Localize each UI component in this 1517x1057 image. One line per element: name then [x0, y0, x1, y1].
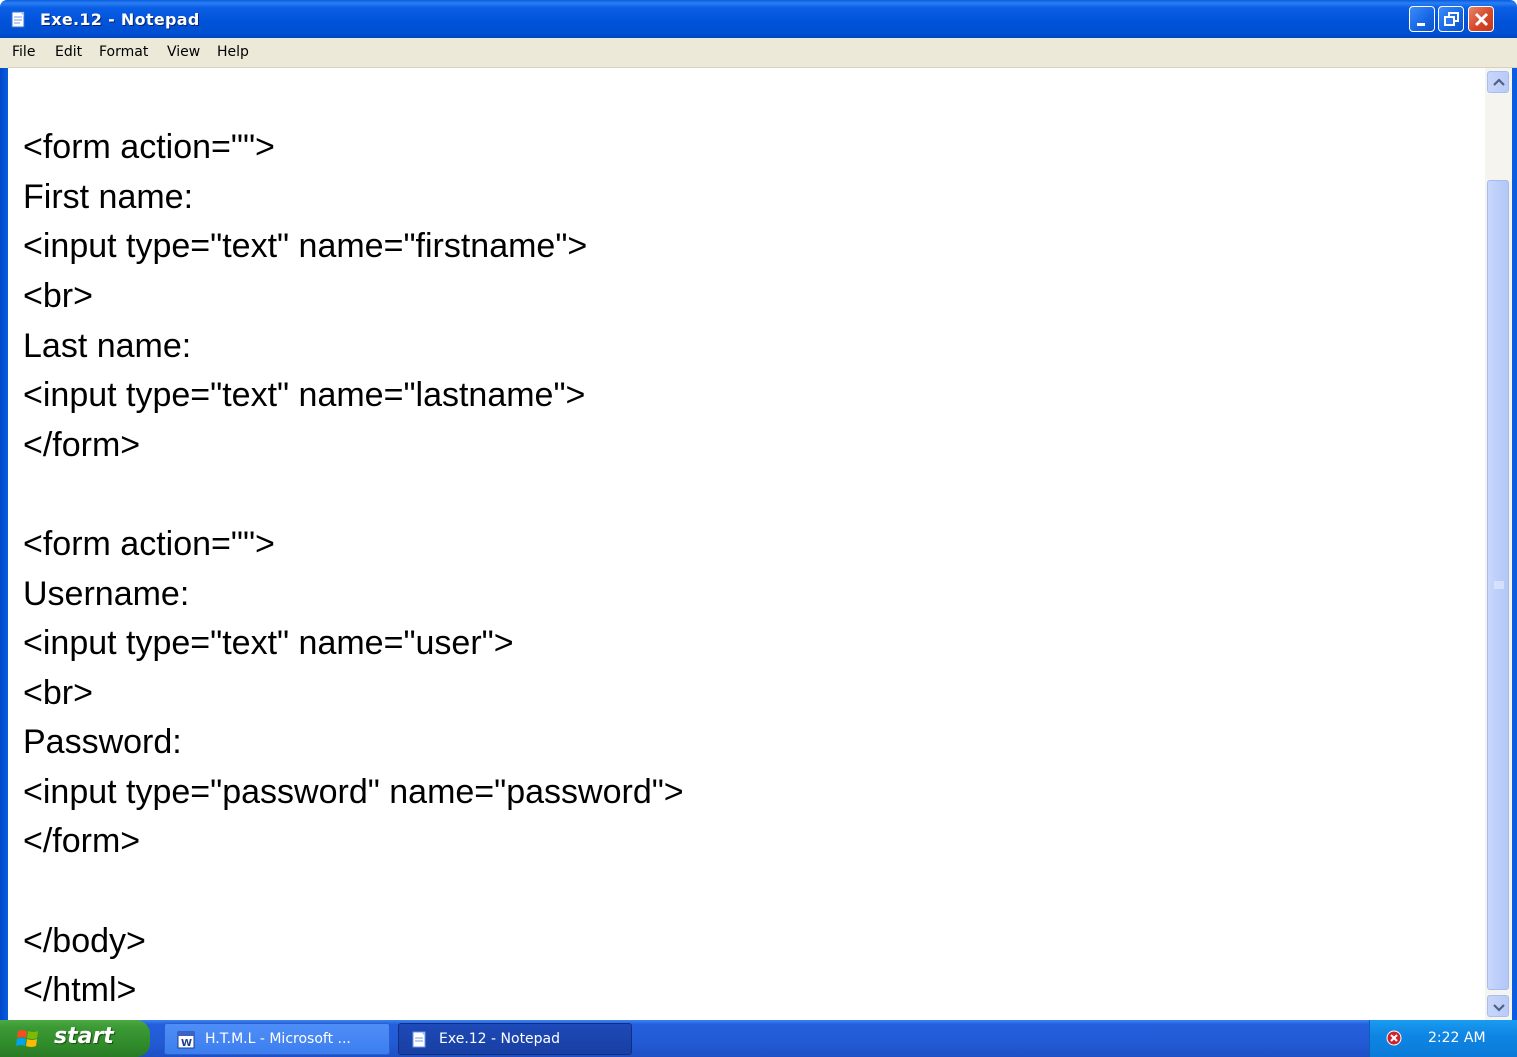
- menu-edit[interactable]: Edit: [55, 44, 82, 60]
- editor-line: First name:: [23, 178, 194, 216]
- title-bar[interactable]: Exe.12 - Notepad: [0, 0, 1517, 38]
- windows-logo-icon: [16, 1030, 38, 1047]
- text-editor[interactable]: <form action=""> First name: <input type…: [8, 68, 1485, 1020]
- notepad-icon: [412, 1031, 426, 1048]
- menu-bar: File Edit Format View Help: [0, 38, 1517, 68]
- editor-line: </body>: [23, 922, 146, 960]
- window-frame-right: [1512, 68, 1517, 1020]
- menu-file[interactable]: File: [12, 44, 35, 60]
- editor-line: <form action="">: [23, 525, 275, 563]
- clock[interactable]: 2:22 AM: [1428, 1030, 1486, 1046]
- taskbar-item-label: H.T.M.L - Microsoft ...: [205, 1031, 351, 1047]
- editor-line: <input type="text" name="user">: [23, 624, 514, 662]
- arrow-up-icon: [1493, 78, 1505, 86]
- restore-icon: [1444, 12, 1459, 26]
- close-button[interactable]: [1468, 6, 1494, 32]
- notepad-icon: [10, 11, 28, 29]
- word-document-icon: W: [177, 1031, 195, 1049]
- scrollbar-thumb[interactable]: [1487, 180, 1509, 990]
- menu-bar-edge: [0, 38, 8, 68]
- window-title: Exe.12 - Notepad: [40, 10, 200, 29]
- scroll-down-button[interactable]: [1487, 995, 1509, 1017]
- taskbar-item-notepad[interactable]: Exe.12 - Notepad: [398, 1023, 632, 1055]
- minimize-icon: [1417, 23, 1425, 26]
- svg-text:W: W: [181, 1038, 192, 1049]
- start-label: start: [54, 1024, 114, 1049]
- editor-line: </form>: [23, 426, 141, 464]
- vertical-scrollbar[interactable]: [1485, 68, 1512, 1020]
- taskbar-item-word[interactable]: W H.T.M.L - Microsoft ...: [164, 1023, 390, 1055]
- menu-help[interactable]: Help: [217, 44, 249, 60]
- taskbar-item-label: Exe.12 - Notepad: [439, 1031, 561, 1047]
- close-icon: [1474, 12, 1489, 27]
- maximize-button[interactable]: [1438, 6, 1464, 32]
- editor-line: <form action="">: [23, 128, 275, 166]
- system-tray: 2:22 AM: [1369, 1020, 1517, 1057]
- arrow-down-icon: [1493, 1004, 1505, 1012]
- menu-format[interactable]: Format: [99, 44, 148, 60]
- window-frame-left: [0, 68, 8, 1020]
- editor-line: </html>: [23, 971, 137, 1009]
- editor-line: <input type="text" name="lastname">: [23, 376, 586, 414]
- editor-line: <input type="text" name="firstname">: [23, 227, 588, 265]
- editor-line: <br>: [23, 277, 93, 315]
- editor-line: Password:: [23, 723, 182, 761]
- start-button[interactable]: start: [0, 1020, 150, 1057]
- editor-line: Last name:: [23, 327, 192, 365]
- grip-icon: [1494, 581, 1504, 589]
- editor-line: </form>: [23, 822, 141, 860]
- security-alert-icon[interactable]: [1386, 1030, 1402, 1046]
- editor-line: <br>: [23, 674, 93, 712]
- editor-line: Username:: [23, 575, 190, 613]
- taskbar: start W H.T.M.L - Microsoft ... Exe.12 -…: [0, 1020, 1517, 1057]
- menu-view[interactable]: View: [167, 44, 200, 60]
- minimize-button[interactable]: [1409, 6, 1435, 32]
- editor-line: <input type="password" name="password">: [23, 773, 684, 811]
- scroll-up-button[interactable]: [1487, 71, 1509, 93]
